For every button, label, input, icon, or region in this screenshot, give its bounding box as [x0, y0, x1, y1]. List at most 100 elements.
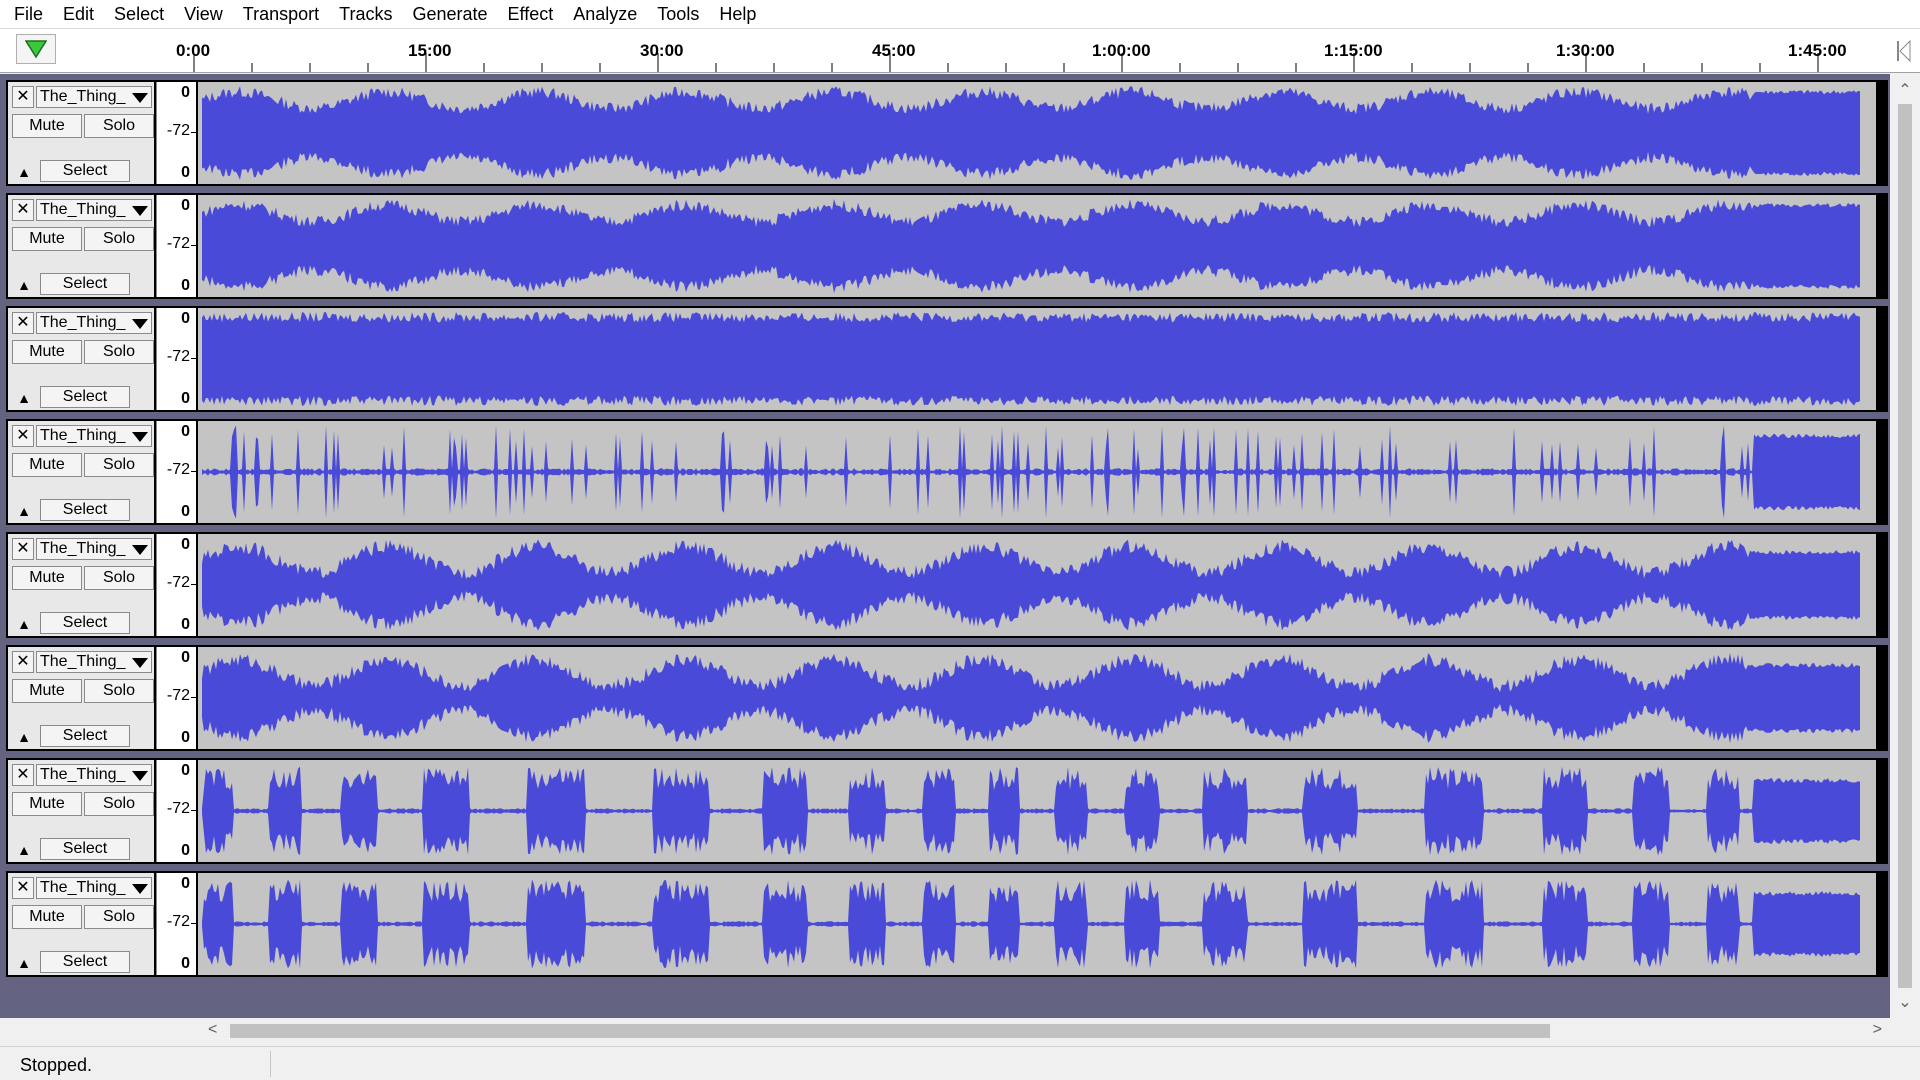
- close-track-button[interactable]: ✕: [12, 86, 34, 108]
- scroll-down-icon[interactable]: ⌄: [1890, 992, 1920, 1012]
- waveform[interactable]: [198, 421, 1876, 523]
- solo-button[interactable]: Solo: [84, 340, 154, 364]
- menu-analyze[interactable]: Analyze: [563, 0, 647, 29]
- mute-button[interactable]: Mute: [12, 227, 82, 251]
- amplitude-bottom-label: 0: [181, 955, 190, 972]
- mute-button[interactable]: Mute: [12, 340, 82, 364]
- waveform[interactable]: [198, 873, 1876, 975]
- track-name-menu[interactable]: The_Thing_: [36, 86, 152, 108]
- menu-select[interactable]: Select: [104, 0, 174, 29]
- menu-generate[interactable]: Generate: [402, 0, 497, 29]
- audio-track[interactable]: ✕ The_Thing_ Mute Solo ▲ Select 0 -72 0: [6, 419, 1888, 525]
- solo-button[interactable]: Solo: [84, 679, 154, 703]
- close-track-button[interactable]: ✕: [12, 199, 34, 221]
- solo-button[interactable]: Solo: [84, 905, 154, 929]
- collapse-track-icon[interactable]: ▲: [12, 388, 36, 408]
- waveform[interactable]: [198, 647, 1876, 749]
- horizontal-scrollbar[interactable]: < >: [200, 1018, 1890, 1044]
- track-name-menu[interactable]: The_Thing_: [36, 425, 152, 447]
- close-track-button[interactable]: ✕: [12, 425, 34, 447]
- menu-tools[interactable]: Tools: [647, 0, 709, 29]
- audio-track[interactable]: ✕ The_Thing_ Mute Solo ▲ Select 0 -72 0: [6, 80, 1888, 186]
- collapse-track-icon[interactable]: ▲: [12, 614, 36, 634]
- audio-track[interactable]: ✕ The_Thing_ Mute Solo ▲ Select 0 -72 0: [6, 758, 1888, 864]
- select-track-button[interactable]: Select: [40, 386, 130, 408]
- audio-track[interactable]: ✕ The_Thing_ Mute Solo ▲ Select 0 -72 0: [6, 193, 1888, 299]
- audio-track[interactable]: ✕ The_Thing_ Mute Solo ▲ Select 0 -72 0: [6, 306, 1888, 412]
- select-track-button[interactable]: Select: [40, 273, 130, 295]
- mute-button[interactable]: Mute: [12, 792, 82, 816]
- ruler-label: 0:00: [176, 41, 211, 60]
- mute-button[interactable]: Mute: [12, 905, 82, 929]
- chevron-down-icon: [132, 771, 148, 781]
- waveform[interactable]: [198, 760, 1876, 862]
- solo-button[interactable]: Solo: [84, 227, 154, 251]
- track-name-menu[interactable]: The_Thing_: [36, 199, 152, 221]
- mute-button[interactable]: Mute: [12, 453, 82, 477]
- track-name-menu[interactable]: The_Thing_: [36, 764, 152, 786]
- collapse-track-icon[interactable]: ▲: [12, 953, 36, 973]
- mute-button[interactable]: Mute: [12, 114, 82, 138]
- track-name-menu[interactable]: The_Thing_: [36, 877, 152, 899]
- audio-track[interactable]: ✕ The_Thing_ Mute Solo ▲ Select 0 -72 0: [6, 532, 1888, 638]
- track-control-panel: ✕ The_Thing_ Mute Solo ▲ Select: [8, 195, 154, 297]
- audio-track[interactable]: ✕ The_Thing_ Mute Solo ▲ Select 0 -72 0: [6, 871, 1888, 977]
- amplitude-mid-label: -72: [166, 122, 190, 139]
- collapse-track-icon[interactable]: ▲: [12, 275, 36, 295]
- select-track-button[interactable]: Select: [40, 951, 130, 973]
- close-track-button[interactable]: ✕: [12, 538, 34, 560]
- collapse-track-icon[interactable]: ▲: [12, 162, 36, 182]
- select-track-button[interactable]: Select: [40, 612, 130, 634]
- mute-button[interactable]: Mute: [12, 679, 82, 703]
- waveform[interactable]: [198, 308, 1876, 410]
- amplitude-mid-label: -72: [166, 235, 190, 252]
- solo-button[interactable]: Solo: [84, 792, 154, 816]
- menu-edit[interactable]: Edit: [53, 0, 104, 29]
- solo-button[interactable]: Solo: [84, 114, 154, 138]
- close-track-button[interactable]: ✕: [12, 312, 34, 334]
- select-track-button[interactable]: Select: [40, 160, 130, 182]
- waveform[interactable]: [198, 195, 1876, 297]
- track-name-menu[interactable]: The_Thing_: [36, 651, 152, 673]
- menu-help[interactable]: Help: [709, 0, 766, 29]
- close-track-button[interactable]: ✕: [12, 651, 34, 673]
- amplitude-bottom-label: 0: [181, 164, 190, 181]
- scroll-right-icon[interactable]: >: [1873, 1021, 1882, 1039]
- menu-view[interactable]: View: [174, 0, 233, 29]
- select-track-button[interactable]: Select: [40, 725, 130, 747]
- horizontal-scroll-thumb[interactable]: [230, 1024, 1550, 1038]
- menu-tracks[interactable]: Tracks: [329, 0, 402, 29]
- track-name-menu[interactable]: The_Thing_: [36, 538, 152, 560]
- collapse-track-icon[interactable]: ▲: [12, 840, 36, 860]
- vertical-scroll-thumb[interactable]: [1898, 104, 1912, 988]
- amplitude-top-label: 0: [181, 84, 190, 101]
- menu-file[interactable]: File: [4, 0, 53, 29]
- solo-button[interactable]: Solo: [84, 566, 154, 590]
- close-track-button[interactable]: ✕: [12, 877, 34, 899]
- collapse-track-icon[interactable]: ▲: [12, 727, 36, 747]
- waveform[interactable]: [198, 82, 1876, 184]
- amplitude-tick: [191, 584, 196, 585]
- amplitude-bottom-label: 0: [181, 842, 190, 859]
- waveform-svg: [202, 199, 1860, 293]
- collapse-track-icon[interactable]: ▲: [12, 501, 36, 521]
- track-control-panel: ✕ The_Thing_ Mute Solo ▲ Select: [8, 421, 154, 523]
- vertical-scrollbar[interactable]: ⌃ ⌄: [1890, 74, 1920, 1018]
- ruler-end-marker-icon: [1897, 39, 1911, 63]
- amplitude-mid-label: -72: [166, 461, 190, 478]
- scroll-up-icon[interactable]: ⌃: [1890, 80, 1920, 100]
- waveform[interactable]: [198, 534, 1876, 636]
- audio-track[interactable]: ✕ The_Thing_ Mute Solo ▲ Select 0 -72 0: [6, 645, 1888, 751]
- mute-button[interactable]: Mute: [12, 566, 82, 590]
- timeline-ruler[interactable]: 0:00 15:00 30:00 45:00 1:00:00 1:15:00 1:30:00…: [0, 29, 1920, 73]
- track-name-menu[interactable]: The_Thing_: [36, 312, 152, 334]
- track-control-panel: ✕ The_Thing_ Mute Solo ▲ Select: [8, 308, 154, 410]
- solo-button[interactable]: Solo: [84, 453, 154, 477]
- amplitude-ruler: 0 -72 0: [156, 873, 196, 975]
- scroll-left-icon[interactable]: <: [208, 1021, 217, 1039]
- select-track-button[interactable]: Select: [40, 499, 130, 521]
- select-track-button[interactable]: Select: [40, 838, 130, 860]
- menu-effect[interactable]: Effect: [498, 0, 564, 29]
- close-track-button[interactable]: ✕: [12, 764, 34, 786]
- menu-transport[interactable]: Transport: [233, 0, 329, 29]
